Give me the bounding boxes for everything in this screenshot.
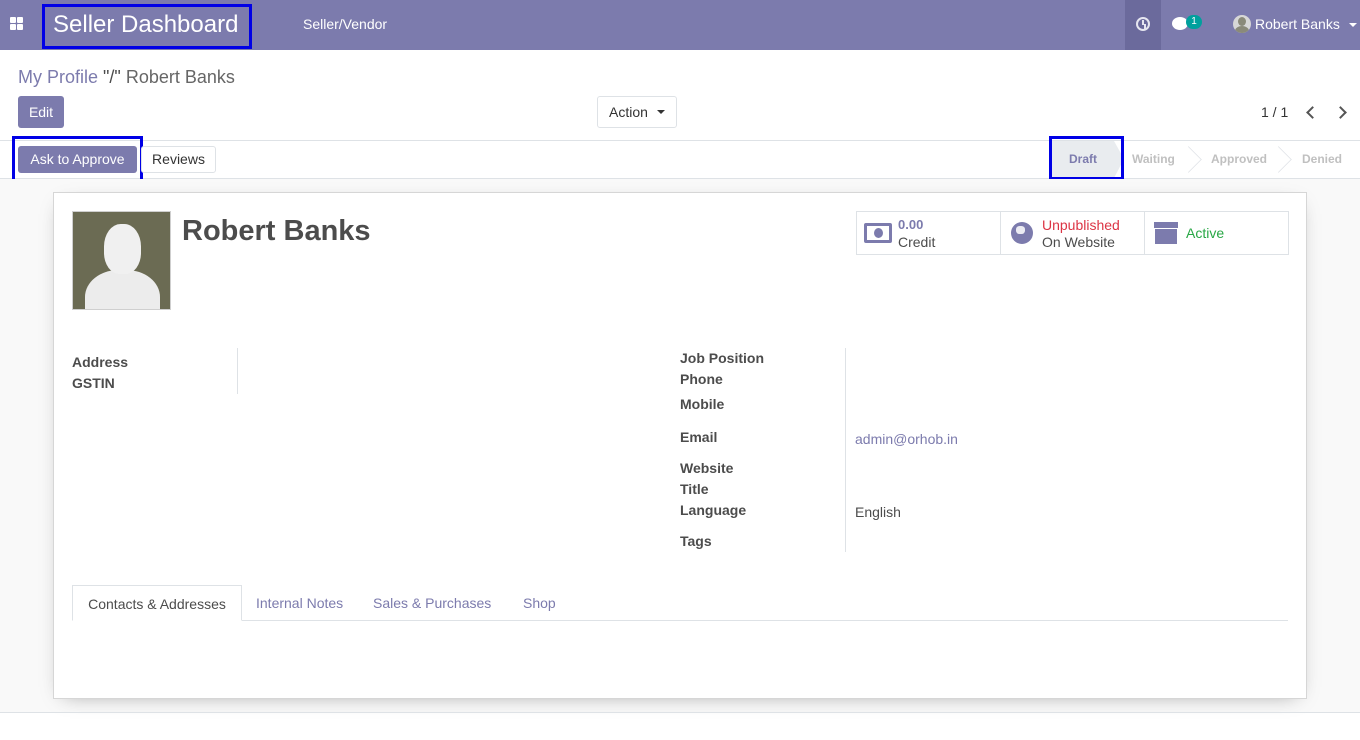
edit-button[interactable]: Edit [18, 96, 64, 128]
chevron-right-icon[interactable] [1336, 105, 1346, 119]
breadcrumb: My Profile "/" Robert Banks [18, 66, 235, 88]
chevron-left-icon[interactable] [1305, 105, 1315, 119]
website-label: Website [680, 460, 734, 476]
language-label: Language [680, 502, 747, 518]
email-label: Email [680, 429, 718, 445]
profile-photo[interactable] [72, 211, 171, 310]
record-name: Robert Banks [182, 215, 371, 247]
breadcrumb-parent[interactable]: My Profile [18, 67, 98, 87]
credit-label: Credit [898, 234, 936, 250]
archive-icon [1154, 222, 1178, 244]
address-label: Address [72, 354, 129, 370]
email-field[interactable]: admin@orhob.in [855, 431, 958, 447]
pager-value[interactable]: 1 / 1 [1261, 104, 1288, 120]
avatar-head [104, 224, 141, 274]
credit-stat-button[interactable]: 0.00 Credit [856, 211, 1001, 255]
active-label: Active [1186, 225, 1225, 241]
action-label: Action [609, 104, 648, 120]
globe-icon [1011, 222, 1033, 244]
language-field[interactable]: English [855, 504, 901, 520]
stage-separator [1182, 141, 1194, 178]
tab-sales-purchases[interactable]: Sales & Purchases [373, 585, 491, 621]
tab-shop[interactable]: Shop [523, 585, 556, 621]
clock-icon [1136, 17, 1150, 31]
website-label: On Website [1042, 234, 1115, 250]
reviews-button[interactable]: Reviews [141, 146, 216, 173]
stage-waiting[interactable]: Waiting [1132, 141, 1175, 178]
avatar[interactable] [1233, 15, 1251, 33]
user-menu-name[interactable]: Robert Banks [1255, 16, 1340, 32]
stage-denied[interactable]: Denied [1302, 141, 1342, 178]
breadcrumb-current: Robert Banks [125, 67, 235, 87]
form-sheet [53, 192, 1307, 699]
gstin-label: GSTIN [72, 375, 115, 391]
credit-value: 0.00 [898, 217, 924, 232]
caret-down-icon [657, 110, 665, 114]
phone-label: Phone [680, 371, 723, 387]
caret-down-icon[interactable] [1349, 23, 1357, 27]
tabs-divider [72, 620, 1288, 621]
field-divider [845, 348, 846, 552]
job-position-label: Job Position [680, 350, 764, 366]
apps-icon[interactable] [10, 17, 24, 31]
divider [0, 712, 1360, 713]
field-divider [237, 348, 238, 394]
title-label: Title [680, 481, 709, 497]
active-stat-button[interactable]: Active [1144, 211, 1289, 255]
tab-internal-notes[interactable]: Internal Notes [256, 585, 343, 621]
activity-menu[interactable] [1125, 0, 1161, 50]
stage-approved[interactable]: Approved [1211, 141, 1267, 178]
app-brand[interactable]: Seller Dashboard [53, 10, 238, 40]
tab-contacts-addresses[interactable]: Contacts & Addresses [72, 585, 242, 621]
stage-separator [1272, 141, 1284, 178]
avatar-body [85, 270, 160, 309]
money-icon [864, 223, 892, 243]
website-status: Unpublished [1042, 217, 1120, 233]
website-stat-button[interactable]: Unpublished On Website [1000, 211, 1145, 255]
breadcrumb-separator: "/" [103, 67, 121, 87]
tags-label: Tags [680, 533, 712, 549]
menu-seller-vendor[interactable]: Seller/Vendor [303, 16, 387, 32]
ask-highlight-box [12, 136, 143, 182]
mobile-label: Mobile [680, 396, 725, 412]
chat-count-badge: 1 [1186, 15, 1202, 29]
action-dropdown[interactable]: Action [597, 96, 677, 128]
draft-highlight-box [1049, 136, 1124, 180]
